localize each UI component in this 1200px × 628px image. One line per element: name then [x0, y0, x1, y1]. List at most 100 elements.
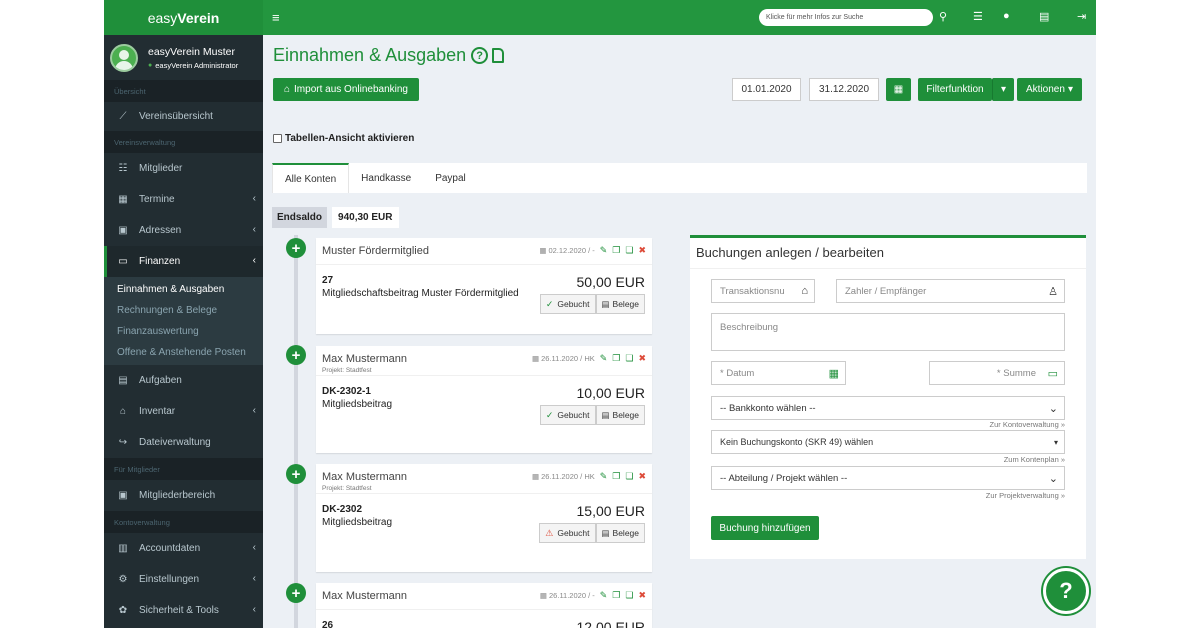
- bank-account-selected: -- Bankkonto wählen --: [720, 402, 816, 414]
- booked-button[interactable]: ✓ Gebucht: [539, 294, 596, 314]
- booking-description: Mitgliedschaftsbeitrag Muster Fördermitg…: [322, 288, 519, 299]
- tab-paypal[interactable]: Paypal: [423, 163, 478, 193]
- search-icon[interactable]: ⚲: [939, 10, 947, 23]
- sum-input[interactable]: * Summe ▭: [929, 361, 1065, 385]
- actions-button[interactable]: Aktionen ▾: [1017, 78, 1082, 101]
- sidebar-item-finances[interactable]: ▭ Finanzen ‹: [104, 246, 263, 277]
- tab-cash-box[interactable]: Handkasse: [349, 163, 423, 193]
- sidebar-item-settings[interactable]: ⚙ Einstellungen ‹: [104, 564, 263, 595]
- booking-card: Max Mustermann Projekt: Stadtfest ▦ 26.11…: [316, 464, 652, 572]
- logout-icon[interactable]: ⇥: [1077, 10, 1086, 23]
- delete-icon[interactable]: ✖: [638, 245, 646, 256]
- date-to-input[interactable]: 31.12.2020: [809, 78, 879, 101]
- delete-icon[interactable]: ✖: [638, 471, 646, 482]
- description-textarea[interactable]: Beschreibung: [711, 313, 1065, 351]
- add-booking-button[interactable]: Buchung hinzufügen: [711, 516, 819, 540]
- date-input[interactable]: * Datum ▦: [711, 361, 846, 385]
- receipts-button[interactable]: ▤ Belege: [595, 405, 645, 425]
- bank-account-select[interactable]: -- Bankkonto wählen -- ⌄: [711, 396, 1065, 420]
- copy-icon[interactable]: ❐: [612, 471, 620, 482]
- submenu-item-income-expenses[interactable]: Einnahmen & Ausgaben: [104, 279, 263, 300]
- search-input[interactable]: Klicke für mehr Infos zur Suche: [759, 9, 933, 26]
- table-view-checkbox[interactable]: [273, 134, 282, 143]
- copy-icon[interactable]: ❐: [612, 590, 620, 601]
- calendar-button[interactable]: ▦: [886, 78, 911, 101]
- avatar: [110, 43, 138, 72]
- booking-card: Max Mustermann Projekt: Stadtfest ▦ 26.11…: [316, 346, 652, 453]
- chevron-left-icon: ‹: [252, 604, 256, 615]
- transaction-number-input[interactable]: Transaktionsnu ⌂: [711, 279, 815, 303]
- document-icon[interactable]: [492, 48, 505, 63]
- receipts-button[interactable]: ▤ Belege: [595, 294, 645, 314]
- sidebar-item-files[interactable]: ↪ Dateiverwaltung: [104, 427, 263, 458]
- copy-icon[interactable]: ❐: [612, 245, 620, 256]
- chart-of-accounts-link[interactable]: Zum Kontenplan »: [1004, 455, 1065, 464]
- import-button[interactable]: ⌂ Import aus Onlinebanking: [273, 78, 419, 101]
- date-from-input[interactable]: 01.01.2020: [732, 78, 801, 101]
- duplicate-icon[interactable]: ❏: [625, 245, 633, 256]
- booked-button[interactable]: ✓ Gebucht: [539, 405, 596, 425]
- copy-icon[interactable]: ❐: [612, 353, 620, 364]
- edit-icon[interactable]: ✎: [600, 471, 608, 482]
- booking-amount: 10,00 EUR: [576, 385, 645, 401]
- booking-name: Max Mustermann: [322, 471, 407, 483]
- booking-meta: ▦ 26.11.2020 / - ✎ ❐ ❏ ✖: [540, 590, 646, 601]
- booked-button[interactable]: ⚠ Gebucht: [539, 523, 596, 543]
- delete-icon[interactable]: ✖: [638, 590, 646, 601]
- project-management-link[interactable]: Zur Projektverwaltung »: [986, 491, 1065, 500]
- edit-icon[interactable]: ✎: [600, 590, 608, 601]
- receipts-button[interactable]: ▤ Belege: [595, 523, 645, 543]
- booking-account-selected: Kein Buchungskonto (SKR 49) wählen: [720, 437, 874, 447]
- duplicate-icon[interactable]: ❏: [625, 471, 633, 482]
- user-cog-icon[interactable]: ●: [1003, 10, 1010, 22]
- add-entry-icon[interactable]: +: [286, 238, 306, 258]
- duplicate-icon[interactable]: ❏: [625, 353, 633, 364]
- sidebar-item-security[interactable]: ✿ Sicherheit & Tools ‹: [104, 595, 263, 626]
- sidebar-item-events[interactable]: ▦ Termine ‹: [104, 184, 263, 215]
- end-balance-value: 940,30 EUR: [332, 207, 399, 228]
- submenu-item-evaluation[interactable]: Finanzauswertung: [104, 321, 263, 342]
- edit-icon[interactable]: ✎: [600, 245, 608, 256]
- sidebar-item-label: Mitglieder: [139, 163, 183, 174]
- filter-button[interactable]: Filterfunktion: [918, 78, 992, 101]
- payer-input[interactable]: Zahler / Empfänger ♙: [836, 279, 1065, 303]
- sidebar-item-member-area[interactable]: ▣ Mitgliederbereich: [104, 480, 263, 511]
- booking-account-select[interactable]: Kein Buchungskonto (SKR 49) wählen ▾: [711, 430, 1065, 454]
- table-icon[interactable]: ▤: [1039, 10, 1049, 23]
- list-icon[interactable]: ☰: [973, 10, 983, 23]
- account-management-link[interactable]: Zur Kontoverwaltung »: [990, 420, 1065, 429]
- menu-toggle-icon[interactable]: ≡: [272, 10, 280, 25]
- sidebar-item-addresses[interactable]: ▣ Adressen ‹: [104, 215, 263, 246]
- submenu-item-open-items[interactable]: Offene & Anstehende Posten: [104, 342, 263, 363]
- help-circle-icon[interactable]: ?: [471, 47, 489, 64]
- booking-project: Projekt: Stadtfest: [322, 485, 372, 492]
- project-select[interactable]: -- Abteilung / Projekt wählen -- ⌄: [711, 466, 1065, 490]
- user-role: ● easyVerein Administrator: [148, 61, 238, 70]
- user-role-text: easyVerein Administrator: [155, 60, 239, 70]
- app-logo[interactable]: easy Verein: [104, 0, 263, 35]
- add-entry-icon[interactable]: +: [286, 583, 306, 603]
- filter-dropdown-toggle[interactable]: ▾: [992, 78, 1014, 101]
- actions-button-label: Aktionen: [1026, 84, 1065, 95]
- help-button[interactable]: ?: [1043, 568, 1089, 614]
- share-icon: ↪: [118, 437, 128, 448]
- add-entry-icon[interactable]: +: [286, 345, 306, 365]
- calendar-icon: ▦: [539, 246, 547, 255]
- sidebar-item-overview[interactable]: ⟋ Vereinsübersicht: [104, 102, 263, 131]
- submenu-item-invoices[interactable]: Rechnungen & Belege: [104, 300, 263, 321]
- duplicate-icon[interactable]: ❏: [625, 590, 633, 601]
- booking-date: 26.11.2020 / HK: [541, 354, 595, 363]
- check-icon: ✓: [545, 298, 554, 309]
- end-balance-label: Endsaldo: [272, 207, 328, 228]
- edit-icon[interactable]: ✎: [600, 353, 608, 364]
- tab-all-accounts[interactable]: Alle Konten: [272, 163, 350, 193]
- sidebar-item-inventory[interactable]: ⌂ Inventar ‹: [104, 396, 263, 427]
- sidebar-item-members[interactable]: ☷ Mitglieder: [104, 153, 263, 184]
- sidebar-item-account-data[interactable]: ▥ Accountdaten ‹: [104, 533, 263, 564]
- add-entry-icon[interactable]: +: [286, 464, 306, 484]
- import-button-label: Import aus Onlinebanking: [294, 84, 408, 95]
- booking-date: 26.11.2020 / -: [549, 591, 595, 600]
- table-view-toggle[interactable]: Tabellen-Ansicht aktivieren: [273, 133, 414, 144]
- delete-icon[interactable]: ✖: [638, 353, 646, 364]
- sidebar-item-tasks[interactable]: ▤ Aufgaben: [104, 365, 263, 396]
